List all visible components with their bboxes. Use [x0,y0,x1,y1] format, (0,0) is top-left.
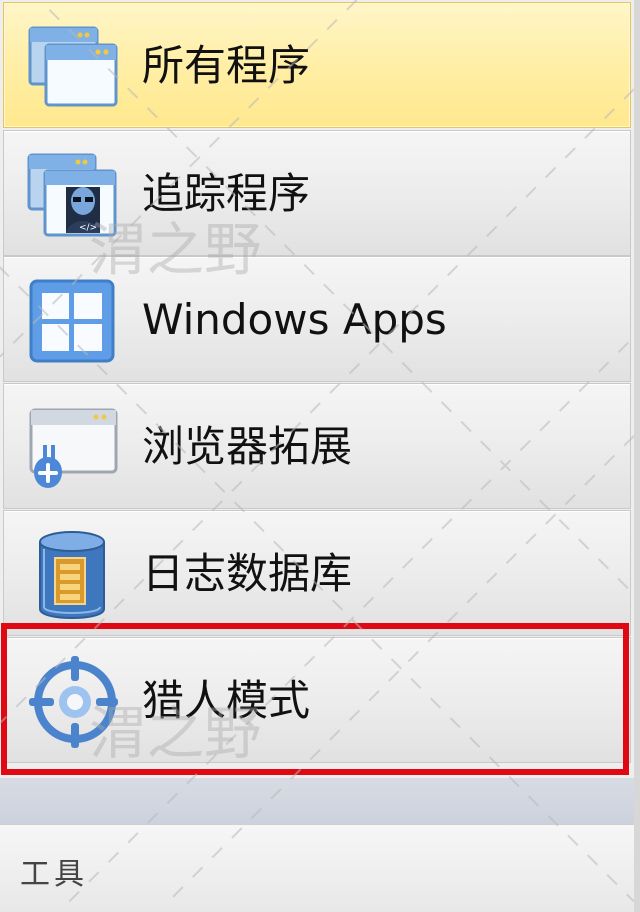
navigation-spacer [0,778,634,824]
nav-item-tracked-programs[interactable]: </> 追踪程序 [3,130,631,256]
nav-label-windows-apps: Windows Apps [142,295,447,344]
nav-item-windows-apps[interactable]: Windows Apps [3,256,631,382]
nav-item-hunter-mode[interactable]: 猎人模式 [3,637,631,763]
tools-section-header[interactable]: 工具 [0,824,634,912]
nav-label-tracked-programs: 追踪程序 [142,169,311,218]
browser-plugin-icon [29,408,118,488]
tracked-program-user-icon: </> [27,153,117,237]
nav-label-hunter-mode: 猎人模式 [142,676,311,725]
nav-item-browser-extensions[interactable]: 浏览器拓展 [3,383,631,509]
log-database-icon [39,531,105,619]
svg-text:</>: </> [79,223,97,233]
nav-label-log-database: 日志数据库 [142,549,353,598]
nav-item-all-programs[interactable]: 所有程序 [3,2,631,128]
nav-label-all-programs: 所有程序 [142,41,311,90]
target-crosshair-icon [29,656,118,748]
nav-item-log-database[interactable]: 日志数据库 [3,510,631,636]
windows-logo-icon [29,279,115,363]
tools-section-label: 工具 [20,857,88,892]
nav-label-browser-extensions: 浏览器拓展 [142,422,353,471]
program-category-panel: 所有程序 </> 追踪程序 Windows Apps 浏览器拓展 日志数据库 猎… [0,0,640,912]
windows-stack-icon [28,26,118,107]
